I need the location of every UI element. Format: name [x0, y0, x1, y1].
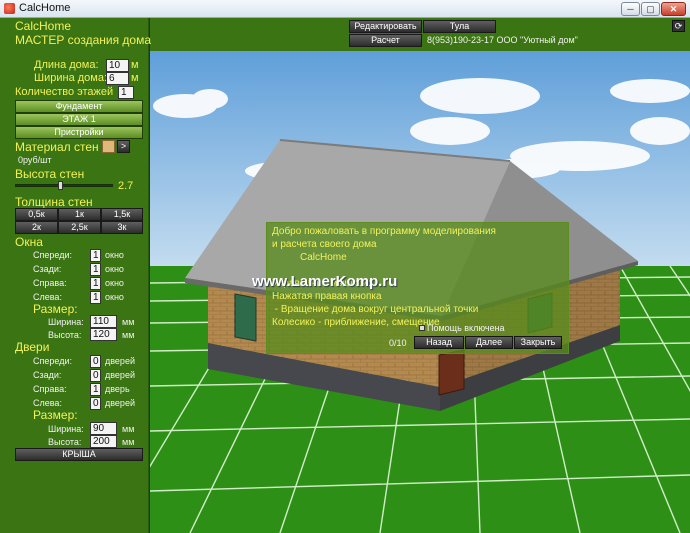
doors-front-input[interactable]: 0 — [90, 355, 101, 368]
back-button[interactable]: Назад — [414, 336, 464, 349]
thickness-2-button[interactable]: 2к — [15, 221, 58, 234]
slider-thumb[interactable] — [57, 181, 63, 190]
floors-label: Количество этажей — [15, 86, 114, 98]
windows-back-input[interactable]: 1 — [90, 263, 101, 276]
window-height-unit: мм — [122, 330, 135, 340]
door-width-unit: мм — [122, 424, 135, 434]
roof-button[interactable]: КРЫША — [15, 448, 143, 461]
doors-right-unit: дверь — [105, 384, 130, 394]
dialog-app-name: CalcHome — [300, 252, 347, 263]
thickness-1-button[interactable]: 1к — [58, 208, 101, 221]
windows-front-label: Спереди: — [33, 250, 72, 260]
length-label: Длина дома: — [34, 59, 99, 71]
material-swatch[interactable] — [102, 140, 115, 153]
thickness-0-5-button[interactable]: 0,5к — [15, 208, 58, 221]
app-name: CalcHome — [15, 19, 72, 33]
window-title: CalcHome — [19, 2, 71, 14]
left-panel: CalcHome МАСТЕР создания дома Длина дома… — [0, 18, 152, 533]
doors-left-label: Слева: — [33, 398, 62, 408]
door-height-label: Высота: — [48, 437, 82, 447]
material-price: 0руб/шт — [18, 155, 52, 165]
minimize-button[interactable]: ─ — [621, 2, 640, 16]
windows-left-input[interactable]: 1 — [90, 291, 101, 304]
dialog-line-5: Нажатая правая кнопка — [272, 291, 382, 302]
windows-right-label: Справа: — [33, 278, 67, 288]
windows-left-label: Слева: — [33, 292, 62, 302]
calc-button[interactable]: Расчет — [349, 34, 422, 47]
wall-height-value: 2.7 — [118, 180, 134, 192]
window-height-label: Высота: — [48, 330, 82, 340]
app-icon — [4, 3, 15, 14]
maximize-button[interactable]: ▢ — [641, 2, 660, 16]
close-dialog-button[interactable]: Закрыть — [514, 336, 562, 349]
doors-front-unit: дверей — [105, 356, 135, 366]
close-button[interactable]: ✕ — [661, 2, 686, 16]
doors-back-input[interactable]: 0 — [90, 369, 101, 382]
wall-thickness-label: Толщина стен — [15, 195, 93, 209]
door-height-unit: мм — [122, 437, 135, 447]
window-height-input[interactable]: 120 — [90, 328, 117, 341]
window-width-unit: мм — [122, 317, 135, 327]
dialog-line-7: Колесико - приближение, смещение — [272, 317, 440, 328]
windows-back-unit: окно — [105, 264, 124, 274]
windows-front-input[interactable]: 1 — [90, 249, 101, 262]
window-size-label: Размер: — [33, 302, 78, 316]
windows-left-unit: окно — [105, 292, 124, 302]
next-button[interactable]: Далее — [465, 336, 513, 349]
window-width-label: Ширина: — [48, 317, 84, 327]
refresh-icon[interactable]: ⟳ — [672, 20, 685, 32]
windows-right-input[interactable]: 1 — [90, 277, 101, 290]
doors-right-input[interactable]: 1 — [90, 383, 101, 396]
help-checkbox[interactable] — [419, 325, 425, 331]
watermark-text: www.LamerKomp.ru — [252, 273, 398, 290]
length-input[interactable]: 10 — [106, 59, 129, 72]
doors-label: Двери — [15, 340, 50, 354]
width-unit: м — [131, 72, 139, 84]
door-width-label: Ширина: — [48, 424, 84, 434]
doors-front-label: Спереди: — [33, 356, 72, 366]
city-button[interactable]: Тула — [423, 20, 496, 33]
material-next-button[interactable]: > — [117, 140, 130, 153]
step-counter: 0/10 — [389, 338, 407, 348]
windows-front-unit: окно — [105, 250, 124, 260]
extensions-button[interactable]: Пристройки — [15, 126, 143, 139]
thickness-1-5-button[interactable]: 1,5к — [101, 208, 143, 221]
length-unit: м — [131, 59, 139, 71]
dialog-line-2: и расчета своего дома — [272, 239, 377, 250]
title-bar: CalcHome ─ ▢ ✕ — [0, 0, 690, 18]
thickness-2-5-button[interactable]: 2,5к — [58, 221, 101, 234]
wall-height-slider[interactable] — [15, 181, 113, 190]
dialog-line-6: - Вращение дома вокруг центральной точки — [272, 304, 479, 315]
width-input[interactable]: 6 — [106, 72, 129, 85]
doors-back-label: Сзади: — [33, 370, 62, 380]
door-height-input[interactable]: 200 — [90, 435, 117, 448]
foundation-button[interactable]: Фундамент — [15, 100, 143, 113]
windows-label: Окна — [15, 235, 43, 249]
app-area: Редактировать Тула Расчет 8(953)190-23-1… — [0, 18, 690, 533]
dialog-line-1: Добро пожаловать в программу моделирован… — [272, 226, 496, 237]
window-width-input[interactable]: 110 — [90, 315, 117, 328]
door-width-input[interactable]: 90 — [90, 422, 117, 435]
windows-back-label: Сзади: — [33, 264, 62, 274]
wizard-title: МАСТЕР создания дома — [15, 33, 152, 47]
floors-input[interactable]: 1 — [118, 86, 134, 99]
width-label: Ширина дома: — [34, 72, 108, 84]
door-size-label: Размер: — [33, 408, 78, 422]
doors-left-input[interactable]: 0 — [90, 397, 101, 410]
doors-right-label: Справа: — [33, 384, 67, 394]
wall-height-label: Высота стен — [15, 167, 85, 181]
doors-left-unit: дверей — [105, 398, 135, 408]
edit-button[interactable]: Редактировать — [349, 20, 422, 33]
wall-material-label: Материал стен — [15, 140, 99, 154]
windows-right-unit: окно — [105, 278, 124, 288]
doors-back-unit: дверей — [105, 370, 135, 380]
help-label: Помощь включена — [427, 323, 505, 333]
top-toolbar: Редактировать Тула Расчет 8(953)190-23-1… — [150, 18, 690, 51]
thickness-3-button[interactable]: 3к — [101, 221, 143, 234]
contact-info: 8(953)190-23-17 ООО "Уютный дом" — [427, 35, 578, 45]
floor-1-button[interactable]: ЭТАЖ 1 — [15, 113, 143, 126]
